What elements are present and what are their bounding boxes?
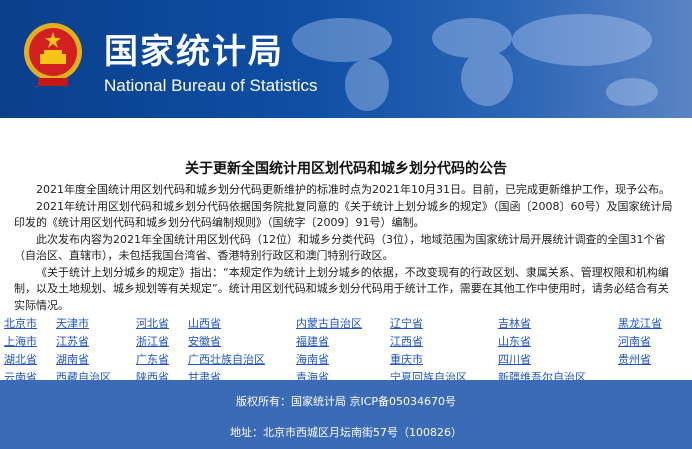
province-row: 上海市 江苏省 浙江省 安徽省 福建省 江西省 山东省 河南省 xyxy=(4,332,668,350)
province-link[interactable]: 广西壮族自治区 xyxy=(188,353,265,366)
province-table: 北京市 天津市 河北省 山西省 内蒙古自治区 辽宁省 吉林省 黑龙江省 上海市 … xyxy=(4,314,668,386)
province-row: 北京市 天津市 河北省 山西省 内蒙古自治区 辽宁省 吉林省 黑龙江省 xyxy=(4,314,668,332)
site-footer: 版权所有：国家统计局 京ICP备05034670号 地址：北京市西城区月坛南街5… xyxy=(0,380,692,449)
province-link[interactable]: 天津市 xyxy=(56,317,89,330)
province-link[interactable]: 安徽省 xyxy=(188,335,221,348)
province-link[interactable]: 山西省 xyxy=(188,317,221,330)
national-emblem-icon xyxy=(24,23,82,86)
notice-paragraph: 2021年统计用区划代码和城乡划分代码依据国务院批复同意的《关于统计上划分城乡的… xyxy=(14,199,673,230)
province-row: 湖北省 湖南省 广东省 广西壮族自治区 海南省 重庆市 四川省 贵州省 xyxy=(4,350,668,368)
province-link[interactable]: 上海市 xyxy=(4,335,37,348)
province-link[interactable]: 广东省 xyxy=(136,353,169,366)
province-link[interactable]: 湖南省 xyxy=(56,353,89,366)
province-link[interactable]: 江苏省 xyxy=(56,335,89,348)
notice-paragraph: 《关于统计上划分城乡的规定》指出：“本规定作为统计上划分城乡的依据，不改变现有的… xyxy=(14,265,669,312)
province-link[interactable]: 河北省 xyxy=(136,317,169,330)
province-link[interactable]: 贵州省 xyxy=(618,353,651,366)
copyright-text: 版权所有：国家统计局 京ICP备05034670号 xyxy=(235,395,457,408)
site-header: 国家统计局 National Bureau of Statistics xyxy=(0,0,692,118)
notice-paragraph: 2021年度全国统计用区划代码和城乡划分代码更新维护的标准时点为2021年10月… xyxy=(36,183,670,196)
province-link[interactable]: 海南省 xyxy=(296,353,329,366)
province-link[interactable]: 河南省 xyxy=(618,335,651,348)
province-link[interactable]: 吉林省 xyxy=(498,317,531,330)
world-map-icon xyxy=(292,14,658,111)
province-link[interactable]: 浙江省 xyxy=(136,335,169,348)
province-link[interactable]: 山东省 xyxy=(498,335,531,348)
province-link[interactable]: 辽宁省 xyxy=(390,317,423,330)
address-text: 地址：北京市西城区月坛南街57号（100826） xyxy=(230,426,462,439)
province-link[interactable]: 黑龙江省 xyxy=(618,317,662,330)
province-link[interactable]: 重庆市 xyxy=(390,353,423,366)
notice-section: 关于更新全国统计用区划代码和城乡划分代码的公告 2021年度全国统计用区划代码和… xyxy=(0,158,692,386)
site-title-cn: 国家统计局 xyxy=(104,32,284,72)
notice-title: 关于更新全国统计用区划代码和城乡划分代码的公告 xyxy=(185,161,507,177)
province-link[interactable]: 北京市 xyxy=(4,317,37,330)
province-link[interactable]: 湖北省 xyxy=(4,353,37,366)
province-link[interactable]: 四川省 xyxy=(498,353,531,366)
province-link[interactable]: 福建省 xyxy=(296,335,329,348)
province-link[interactable]: 内蒙古自治区 xyxy=(296,317,362,330)
notice-paragraph: 此次发布内容为2021年全国统计用区划代码（12位）和城乡分类代码（3位），地域… xyxy=(14,232,666,263)
site-title-en: National Bureau of Statistics xyxy=(104,76,318,95)
province-link[interactable]: 江西省 xyxy=(390,335,423,348)
